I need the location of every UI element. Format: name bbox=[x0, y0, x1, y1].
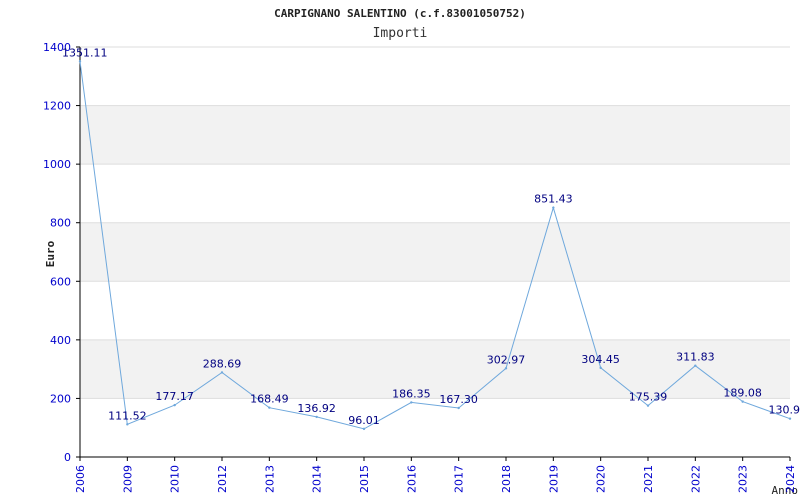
data-label: 130.9 bbox=[769, 404, 800, 417]
y-tick-label: 600 bbox=[50, 275, 71, 288]
data-label: 136.92 bbox=[297, 402, 336, 415]
x-tick-label: 2022 bbox=[689, 465, 702, 493]
data-label: 1351.11 bbox=[62, 46, 108, 59]
x-tick-label: 2018 bbox=[500, 465, 513, 493]
data-label: 302.97 bbox=[487, 353, 526, 366]
x-tick-label: 2013 bbox=[263, 465, 276, 493]
x-tick-label: 2015 bbox=[358, 465, 371, 493]
data-point bbox=[126, 423, 129, 426]
chart-subtitle: Importi bbox=[373, 26, 428, 41]
data-label: 186.35 bbox=[392, 387, 431, 400]
data-label: 288.69 bbox=[203, 357, 242, 370]
data-label: 96.01 bbox=[348, 414, 380, 427]
data-label: 311.83 bbox=[676, 351, 715, 364]
grid-band bbox=[80, 222, 790, 282]
x-axis-ticks: 2006 2009 2010 2012 2013 2014 2015 2016 2017 2018… bbox=[74, 457, 797, 493]
data-point bbox=[457, 406, 460, 410]
y-tick-label: 800 bbox=[50, 217, 71, 230]
y-tick-label: 400 bbox=[50, 334, 71, 347]
data-label: 177.17 bbox=[155, 390, 194, 403]
data-label: 851.43 bbox=[534, 193, 573, 206]
x-tick-label: 2017 bbox=[453, 465, 466, 493]
data-label: 168.49 bbox=[250, 393, 289, 406]
data-point bbox=[78, 60, 82, 63]
data-point bbox=[788, 417, 792, 420]
data-point bbox=[552, 206, 555, 209]
x-tick-label: 2023 bbox=[737, 465, 750, 493]
grid-band bbox=[80, 105, 790, 165]
x-tick-label: 2021 bbox=[642, 465, 655, 493]
data-point bbox=[315, 415, 318, 419]
y-tick-label: 200 bbox=[50, 392, 71, 405]
data-point bbox=[268, 406, 271, 409]
x-tick-label: 2016 bbox=[405, 465, 418, 493]
y-axis-label: Euro bbox=[44, 240, 57, 267]
data-point bbox=[173, 403, 176, 407]
data-point bbox=[504, 367, 508, 370]
x-tick-label: 2014 bbox=[311, 465, 324, 493]
data-label: 167.30 bbox=[439, 393, 478, 406]
data-label: 111.52 bbox=[108, 409, 147, 422]
x-tick-label: 2019 bbox=[547, 465, 560, 493]
line-chart: CARPIGNANO SALENTINO (c.f.83001050752) I… bbox=[43, 7, 800, 497]
data-point bbox=[694, 364, 697, 367]
data-point bbox=[410, 401, 413, 404]
y-tick-label: 1200 bbox=[43, 100, 71, 113]
data-point bbox=[646, 404, 650, 407]
data-point bbox=[362, 427, 366, 431]
data-point bbox=[220, 371, 224, 374]
data-label: 304.45 bbox=[581, 353, 620, 366]
x-tick-label: 2012 bbox=[216, 465, 229, 493]
chart-title: CARPIGNANO SALENTINO (c.f.83001050752) bbox=[274, 7, 526, 20]
data-label: 175.39 bbox=[629, 391, 668, 404]
x-tick-label: 2006 bbox=[74, 465, 87, 493]
data-label: 189.08 bbox=[723, 387, 762, 400]
y-tick-label: 1000 bbox=[43, 158, 71, 171]
y-tick-label: 0 bbox=[64, 451, 71, 464]
data-point bbox=[741, 400, 744, 403]
x-tick-label: 2009 bbox=[121, 465, 134, 493]
x-tick-label: 2020 bbox=[595, 465, 608, 493]
x-tick-label: 2010 bbox=[169, 465, 182, 493]
data-point bbox=[599, 366, 602, 370]
x-tick-label: 2024 bbox=[784, 465, 797, 493]
